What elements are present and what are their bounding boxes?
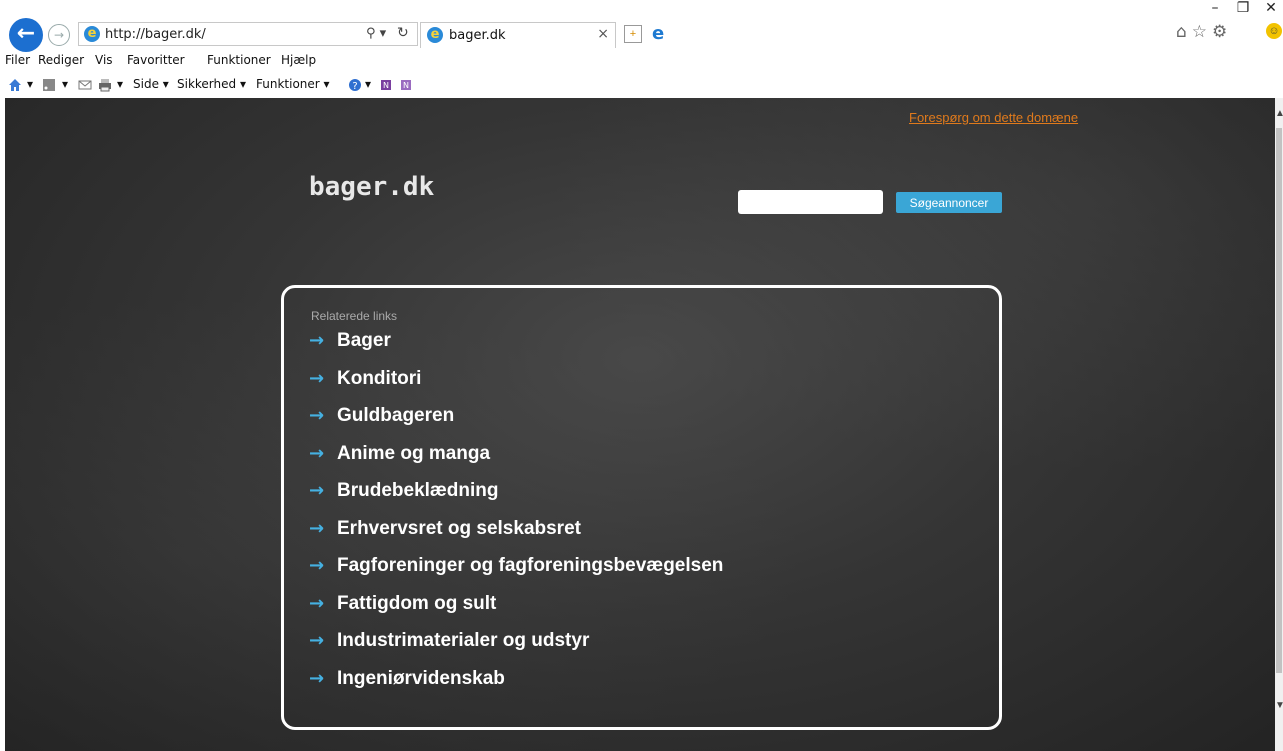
tools-menu-button[interactable]: Funktioner ▾ [256, 77, 330, 91]
related-link[interactable]: → Ingeniørvidenskab [309, 663, 723, 701]
restore-button[interactable]: ❐ [1232, 0, 1254, 18]
minimize-button[interactable]: – [1204, 0, 1226, 18]
back-button[interactable]: ← [9, 18, 43, 52]
menu-bar: Filer Rediger Vis Favoritter Funktioner … [0, 51, 1283, 71]
related-link[interactable]: → Brudebeklædning [309, 475, 723, 513]
related-link[interactable]: → Guldbageren [309, 400, 723, 438]
mail-icon [78, 80, 92, 89]
related-link-label[interactable]: Fattigdom og sult [337, 593, 496, 614]
help-dropdown[interactable]: ▾ [365, 77, 371, 91]
address-url[interactable]: http://bager.dk/ [105, 27, 206, 42]
search-ads-button[interactable]: Søgeannoncer [896, 192, 1002, 213]
address-bar[interactable]: e http://bager.dk/ ⚲ ▾ ↻ [78, 22, 418, 46]
tab-close-icon[interactable]: × [597, 26, 609, 42]
close-window-button[interactable]: ✕ [1260, 0, 1282, 18]
site-logo: bager.dk [309, 172, 435, 202]
related-link-label[interactable]: Industrimaterialer og udstyr [337, 630, 589, 651]
home-cmd-button[interactable] [8, 77, 22, 92]
favorites-star-icon[interactable]: ☆ [1192, 22, 1212, 42]
safety-menu-button[interactable]: Sikkerhed ▾ [177, 77, 246, 91]
search-input[interactable] [738, 190, 883, 214]
onenote-linked-icon: N [401, 79, 411, 90]
related-link[interactable]: → Industrimaterialer og udstyr [309, 625, 723, 663]
home-icon [9, 78, 21, 91]
onenote-button[interactable]: N [380, 77, 394, 92]
svg-text:N: N [383, 81, 389, 90]
browser-toolbar-icons: ⌂☆⚙ [1176, 22, 1232, 42]
menu-item-vis[interactable]: Vis [95, 53, 113, 67]
related-link-label[interactable]: Konditori [337, 368, 421, 389]
address-search-icon[interactable]: ⚲ ▾ [366, 26, 386, 41]
menu-item-filer[interactable]: Filer [5, 53, 30, 67]
svg-text:N: N [403, 81, 409, 90]
scrollbar-thumb[interactable] [1276, 128, 1282, 673]
new-tab-icon: + [629, 28, 637, 40]
print-dropdown[interactable]: ▾ [117, 77, 123, 91]
refresh-icon[interactable]: ↻ [397, 25, 409, 41]
menu-item-favoritter[interactable]: Favoritter [127, 53, 185, 67]
arrow-right-icon: → [309, 630, 325, 651]
home-dropdown[interactable]: ▾ [27, 77, 33, 91]
rss-feed-icon [43, 78, 55, 91]
settings-gear-icon[interactable]: ⚙ [1212, 22, 1232, 42]
printer-icon [99, 78, 111, 91]
related-link-label[interactable]: Guldbageren [337, 405, 454, 426]
feeds-dropdown[interactable]: ▾ [62, 77, 68, 91]
related-link-label[interactable]: Brudebeklædning [337, 480, 499, 501]
arrow-right-icon: → [309, 480, 325, 501]
new-tab-button[interactable]: + [624, 25, 642, 43]
arrow-right-icon: → [309, 555, 325, 576]
related-link[interactable]: → Erhvervsret og selskabsret [309, 513, 723, 551]
related-link-label[interactable]: Bager [337, 330, 391, 351]
domain-inquiry-link[interactable]: Forespørg om dette domæne [909, 110, 1078, 125]
browser-chrome: – ❐ ✕ ← → e http://bager.dk/ ⚲ ▾ ↻ e bag… [0, 0, 1283, 98]
related-link[interactable]: → Bager [309, 325, 723, 363]
scroll-up-icon[interactable]: ▲ [1275, 108, 1283, 119]
svg-text:?: ? [352, 81, 357, 92]
related-links-list: → Bager → Konditori → Guldbageren → Anime og… [309, 325, 723, 700]
ie-logo-icon: e [652, 23, 665, 44]
command-bar: ▾ ▾ ▾ Side ▾ Sikkerhed ▾ Funktioner ▾ ? … [0, 74, 1283, 96]
feedback-smiley-icon[interactable]: ☺ [1266, 23, 1282, 39]
onenote-linked-button[interactable]: N [400, 77, 414, 92]
forward-button[interactable]: → [48, 24, 70, 46]
related-link-label[interactable]: Anime og manga [337, 443, 490, 464]
forward-arrow-icon: → [53, 28, 65, 42]
related-link[interactable]: → Anime og manga [309, 438, 723, 476]
page-menu-button[interactable]: Side ▾ [133, 77, 169, 91]
print-button[interactable] [98, 77, 112, 92]
related-link[interactable]: → Fattigdom og sult [309, 588, 723, 626]
arrow-right-icon: → [309, 667, 325, 689]
onenote-icon: N [381, 79, 391, 90]
menu-item-hjaelp[interactable]: Hjælp [281, 53, 316, 67]
tab-favicon-icon: e [427, 27, 443, 43]
arrow-right-icon: → [309, 405, 325, 426]
scroll-down-icon[interactable]: ▼ [1275, 700, 1283, 711]
help-button[interactable]: ? [348, 77, 362, 92]
home-icon[interactable]: ⌂ [1176, 22, 1192, 42]
tab-bager[interactable]: e bager.dk × [420, 22, 616, 48]
menu-item-funktioner[interactable]: Funktioner [207, 53, 271, 67]
menu-item-rediger[interactable]: Rediger [38, 53, 84, 67]
page-viewport: Forespørg om dette domæne bager.dk Søgea… [5, 98, 1275, 751]
related-links-heading: Relaterede links [311, 309, 398, 323]
arrow-right-icon: → [309, 442, 325, 464]
mail-button[interactable] [78, 77, 92, 92]
arrow-right-icon: → [309, 517, 325, 539]
related-links-panel: Relaterede links → Bager → Konditori → Guld… [281, 285, 1002, 730]
related-link-label[interactable]: Erhvervsret og selskabsret [337, 518, 581, 539]
back-arrow-icon: ← [16, 21, 36, 46]
feeds-button[interactable] [42, 77, 56, 92]
related-link-label[interactable]: Fagforeninger og fagforeningsbevægelsen [337, 555, 723, 576]
related-link[interactable]: → Konditori [309, 363, 723, 401]
related-link[interactable]: → Fagforeninger og fagforeningsbevægelsen [309, 550, 723, 588]
arrow-right-icon: → [309, 330, 325, 351]
related-link-label[interactable]: Ingeniørvidenskab [337, 668, 505, 689]
arrow-right-icon: → [309, 367, 325, 389]
vertical-scrollbar[interactable]: ▲ ▼ [1275, 98, 1283, 751]
arrow-right-icon: → [309, 592, 325, 614]
help-icon: ? [349, 78, 361, 92]
tab-title: bager.dk [449, 28, 506, 43]
ie-page-icon: e [84, 26, 100, 42]
